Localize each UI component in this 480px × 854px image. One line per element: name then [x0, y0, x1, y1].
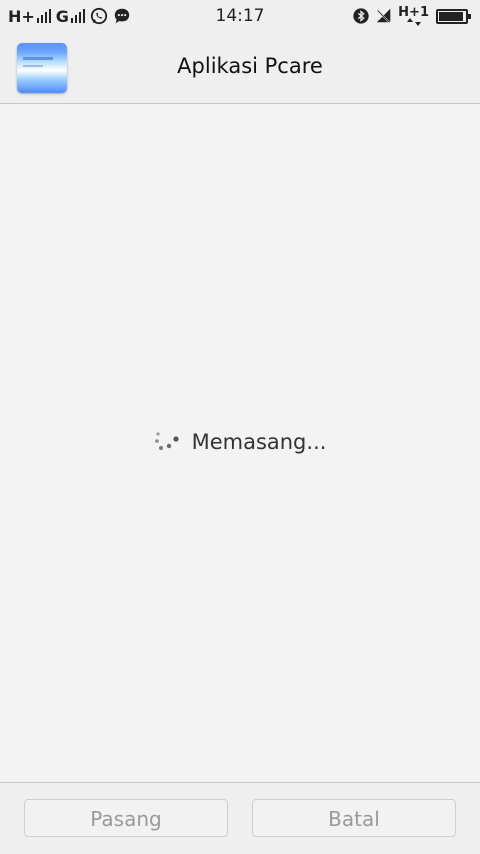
loading-text: Memasang...	[191, 430, 327, 454]
wifi-off-icon	[376, 8, 392, 24]
data-arrows-icon	[406, 17, 421, 26]
bluetooth-icon	[353, 8, 369, 24]
status-bar: H+ G 14:17 H+1	[0, 0, 480, 32]
chat-bubble-icon	[114, 8, 130, 24]
battery-fill	[439, 11, 463, 21]
signal-bars-icon	[36, 9, 51, 23]
page-title: Aplikasi Pcare	[177, 54, 323, 78]
network-type-2: G	[55, 6, 69, 26]
action-footer: Pasang Batal	[0, 782, 480, 854]
status-bar-left: H+ G	[8, 7, 131, 26]
status-bar-right: H+1	[352, 4, 471, 26]
signal-indicator-2: G	[56, 7, 85, 26]
whatsapp-icon	[90, 7, 108, 25]
mobile-data-indicator: H+1	[398, 4, 429, 26]
network-type-1: H+	[8, 6, 35, 26]
signal-bars-icon	[70, 9, 85, 23]
mobile-data-type: H+1	[398, 4, 429, 20]
battery-icon	[436, 8, 471, 24]
app-header: Aplikasi Pcare	[0, 32, 480, 104]
install-button[interactable]: Pasang	[24, 799, 228, 837]
signal-indicator-1: H+	[8, 7, 51, 26]
cancel-button[interactable]: Batal	[252, 799, 456, 837]
install-content: Memasang...	[0, 105, 480, 782]
loading-indicator: Memasang...	[0, 430, 480, 454]
spinner-icon	[154, 432, 179, 450]
